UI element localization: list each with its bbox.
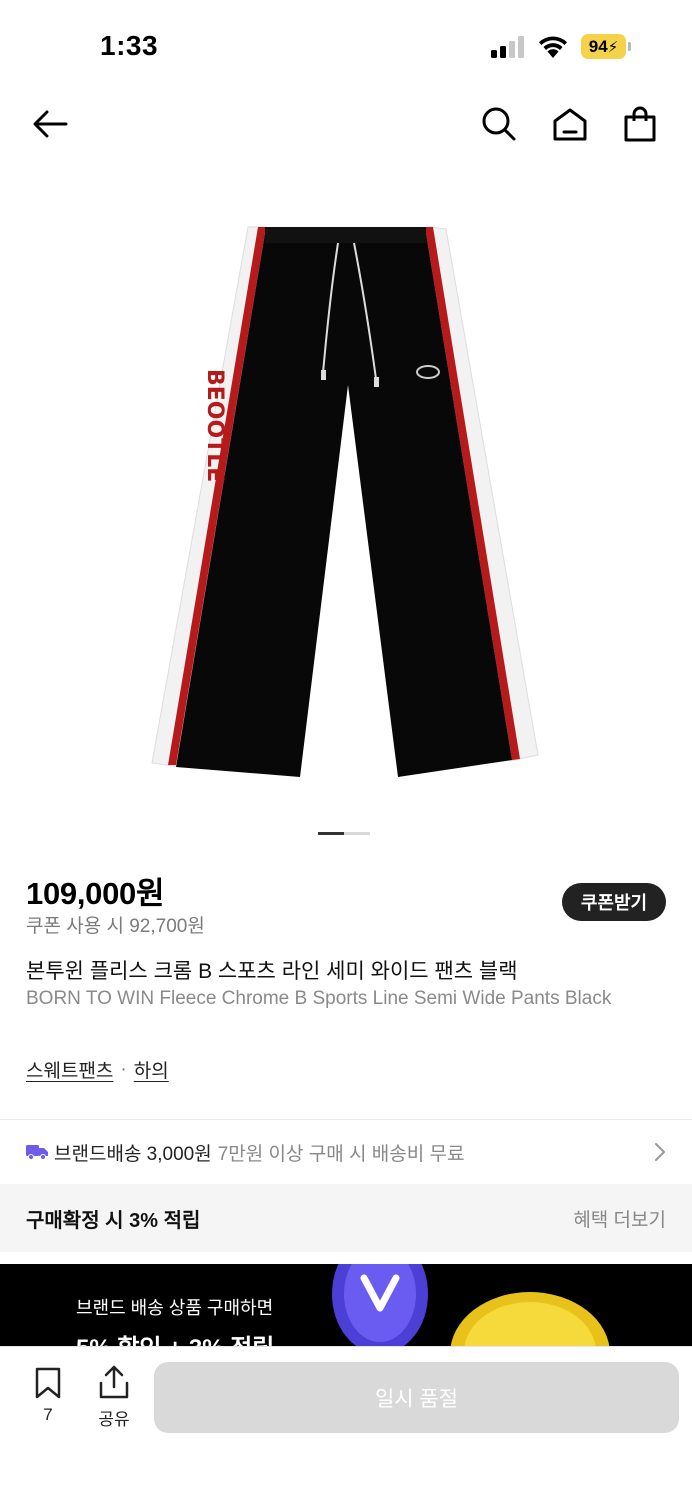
section-gap [0,1252,692,1264]
benefit-text: 구매확정 시 3% 적립 [26,1209,201,1232]
product-title-en: BORN TO WIN Fleece Chrome B Sports Line … [26,988,612,1009]
category-breadcrumb: 스웨트팬츠 · 하의 [26,1056,169,1083]
shipping-info-row[interactable]: 브랜드배송 3,000원 7만원 이상 구매 시 배송비 무료 [0,1120,692,1184]
status-time: 1:33 [100,30,159,61]
battery-level: 94 [588,36,608,56]
side-print-text: BEOOTLE [202,369,227,482]
share-icon [99,1365,129,1399]
coupon-price: 쿠폰 사용 시 92,700원 [26,916,205,937]
image-pager [318,832,370,836]
search-icon[interactable] [479,104,519,144]
battery-charging-icon: 94 ⚡ [581,34,631,59]
product-price: 109,000원 [26,876,165,911]
banner-line-1: 브랜드 배송 상품 구매하면 [76,1298,274,1318]
chevron-right-icon [655,1143,665,1161]
shipping-note: 7만원 이상 구매 시 배송비 무료 [217,1143,465,1165]
bookmark-count: 7 [43,1405,53,1424]
category-link-sweatpants[interactable]: 스웨트팬츠 [26,1056,113,1083]
share-label: 공유 [98,1410,130,1429]
category-link-bottoms[interactable]: 하의 [134,1056,169,1083]
wifi-icon [539,36,567,58]
coin-graphic [332,1264,610,1354]
top-navigation [0,90,692,154]
bookmark-button[interactable]: 7 [30,1367,66,1425]
cellular-signal-icon [491,36,524,58]
benefit-row: 구매확정 시 3% 적립 혜택 더보기 [0,1184,692,1252]
home-icon[interactable] [550,104,590,144]
status-bar: 1:33 94 ⚡ [0,0,692,90]
get-coupon-button[interactable]: 쿠폰받기 [562,883,666,921]
back-arrow-icon[interactable] [30,104,70,144]
product-title: 본투윈 플리스 크롬 B 스포츠 라인 세미 와이드 팬츠 블랙 [26,960,518,983]
shipping-label: 브랜드배송 3,000원 [54,1143,212,1165]
more-benefits-link[interactable]: 혜택 더보기 [573,1205,666,1232]
truck-icon [26,1145,48,1160]
share-button[interactable]: 공유 [92,1365,136,1430]
sold-out-button[interactable]: 일시 품절 [154,1362,679,1433]
bookmark-icon [35,1367,61,1399]
sweatpants-illustration: BEOOTLE [151,226,539,777]
promo-banner[interactable]: 브랜드 배송 상품 구매하면 5% 할인 + 3% 적립 [0,1264,692,1354]
bottom-action-bar: 7 공유 일시 품절 [0,1346,692,1500]
shopping-bag-icon[interactable] [620,104,660,144]
pager-dot [344,832,370,835]
pager-dot-active [318,832,344,835]
breadcrumb-separator: · [120,1058,127,1080]
product-image[interactable]: BEOOTLE [140,215,552,795]
